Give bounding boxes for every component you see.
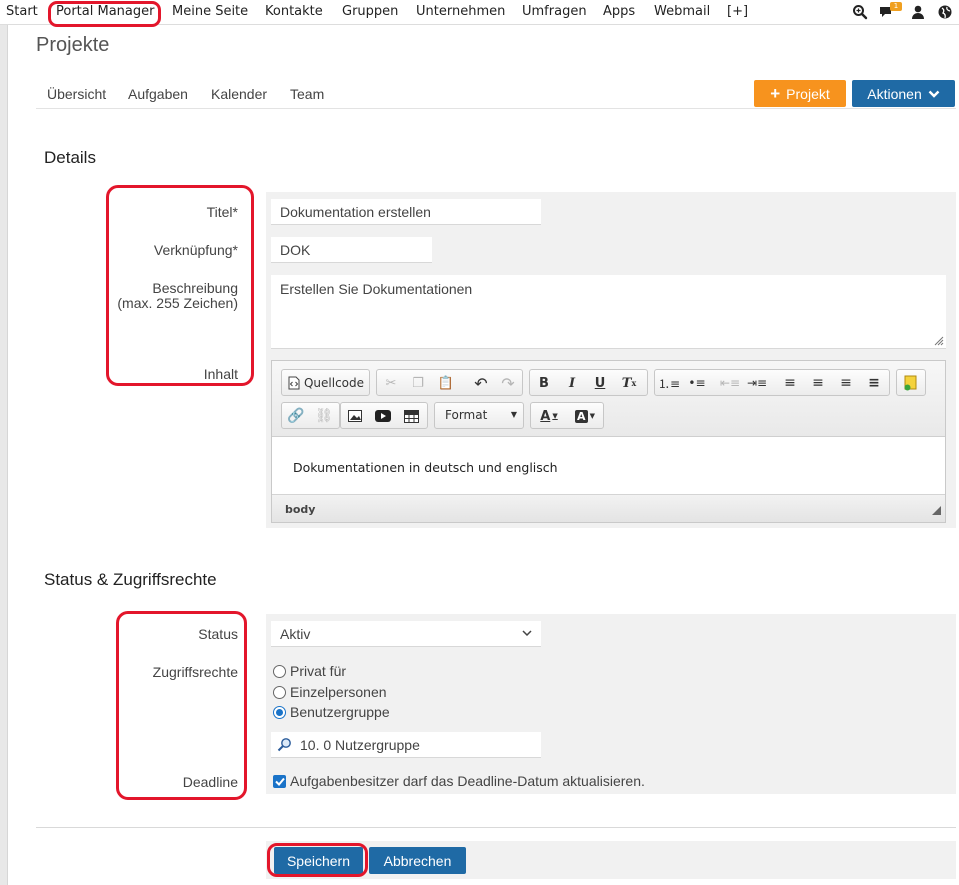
- add-project-button[interactable]: + Projekt: [754, 80, 846, 107]
- label-link: Verknüpfung*: [153, 242, 238, 258]
- link-field[interactable]: DOK: [271, 237, 432, 263]
- label-description-hint: (max. 255 Zeichen): [117, 295, 238, 311]
- status-value: Aktiv: [280, 625, 311, 642]
- radio-user-group[interactable]: [273, 706, 286, 719]
- format-label: Format: [445, 408, 488, 422]
- actions-menu-button[interactable]: Aktionen: [852, 80, 955, 107]
- numbered-list-icon[interactable]: ⒈≡: [658, 373, 680, 393]
- italic-icon[interactable]: I: [561, 373, 583, 393]
- group-search-field[interactable]: 10. 0 Nutzergruppe: [271, 732, 541, 758]
- description-text: Erstellen Sie Dokumentationen: [280, 281, 473, 297]
- chevron-down-icon: [522, 630, 532, 637]
- check-icon: [274, 777, 285, 786]
- paste-icon[interactable]: 📋: [435, 373, 457, 393]
- background-color-icon[interactable]: A ▼: [569, 406, 601, 426]
- option-user-group-label: Benutzergruppe: [290, 704, 390, 720]
- search-zoom-icon[interactable]: [852, 4, 868, 20]
- label-title: Titel*: [206, 204, 238, 220]
- align-left-icon[interactable]: ≡: [779, 373, 801, 393]
- globe-icon[interactable]: [937, 4, 953, 20]
- nav-kontakte[interactable]: Kontakte: [265, 4, 323, 19]
- nav-webmail[interactable]: Webmail: [654, 4, 710, 19]
- option-individuals-label: Einzelpersonen: [290, 684, 387, 700]
- insert-template-icon[interactable]: [900, 373, 922, 393]
- tab-aufgaben[interactable]: Aufgaben: [128, 86, 188, 102]
- label-access: Zugriffsrechte: [152, 664, 238, 680]
- tab-uebersicht[interactable]: Übersicht: [47, 86, 106, 102]
- top-navigation: Start Portal Manager Meine Seite Kontakt…: [0, 0, 959, 25]
- bold-icon[interactable]: B: [533, 373, 555, 393]
- search-icon: [277, 738, 291, 752]
- unlink-icon[interactable]: ⛓: [313, 406, 335, 426]
- table-icon[interactable]: [400, 406, 422, 426]
- bullet-list-icon[interactable]: •≡: [686, 373, 708, 393]
- option-private-label: Privat für: [290, 663, 347, 679]
- element-path[interactable]: body: [285, 503, 315, 516]
- link-icon[interactable]: 🔗: [285, 406, 307, 426]
- nav-umfragen[interactable]: Umfragen: [522, 4, 587, 19]
- deadline-checkbox[interactable]: [273, 775, 286, 788]
- notification-badge: 1: [890, 2, 902, 11]
- nav-portal-manager[interactable]: Portal Manager: [56, 4, 154, 19]
- label-status: Status: [198, 626, 238, 642]
- redo-icon[interactable]: ↷: [497, 373, 519, 393]
- user-icon[interactable]: [910, 4, 926, 20]
- youtube-icon[interactable]: [372, 406, 394, 426]
- radio-private[interactable]: [273, 665, 286, 678]
- format-dropdown[interactable]: Format ▼: [434, 402, 524, 429]
- cancel-button[interactable]: Abbrechen: [369, 847, 466, 874]
- nav-apps[interactable]: Apps: [603, 4, 635, 19]
- tab-team[interactable]: Team: [290, 86, 324, 102]
- tab-kalender[interactable]: Kalender: [211, 86, 267, 102]
- outdent-icon[interactable]: ⇤≡: [719, 373, 741, 393]
- text-color-icon[interactable]: A ▼: [534, 406, 564, 426]
- nav-start[interactable]: Start: [6, 4, 38, 19]
- align-right-icon[interactable]: ≡: [835, 373, 857, 393]
- caret-down-icon: ▼: [510, 410, 517, 419]
- nav-add[interactable]: [+]: [727, 4, 748, 19]
- underline-icon[interactable]: U: [589, 373, 611, 393]
- undo-icon[interactable]: ↶: [470, 373, 492, 393]
- status-heading: Status & Zugriffsrechte: [44, 570, 217, 589]
- align-center-icon[interactable]: ≡: [807, 373, 829, 393]
- group-value: 10. 0 Nutzergruppe: [300, 736, 420, 753]
- indent-icon[interactable]: ⇥≡: [746, 373, 768, 393]
- cut-icon[interactable]: ✂: [380, 373, 402, 393]
- source-code-button[interactable]: Quellcode: [286, 373, 366, 393]
- editor-toolbar: Quellcode ✂ ❐ 📋 ↶ ↷ B I U Tx ⒈≡ •≡ ⇤≡ ⇥≡…: [272, 361, 945, 437]
- description-field[interactable]: Erstellen Sie Dokumentationen: [271, 275, 946, 349]
- nav-meine-seite[interactable]: Meine Seite: [172, 4, 248, 19]
- page-title: Projekte: [36, 34, 110, 56]
- details-heading: Details: [44, 148, 96, 167]
- editor-statusbar: body: [272, 494, 945, 522]
- copy-icon[interactable]: ❐: [407, 373, 429, 393]
- image-icon[interactable]: [344, 406, 366, 426]
- resize-handle-icon[interactable]: [932, 506, 941, 515]
- radio-individuals[interactable]: [273, 686, 286, 699]
- remove-format-icon[interactable]: Tx: [618, 373, 640, 393]
- label-content: Inhalt: [203, 366, 238, 382]
- subnav-divider: [36, 108, 956, 109]
- justify-icon[interactable]: ≡: [863, 373, 885, 393]
- editor-content[interactable]: Dokumentationen in deutsch und englisch: [293, 460, 558, 475]
- content-editor: Quellcode ✂ ❐ 📋 ↶ ↷ B I U Tx ⒈≡ •≡ ⇤≡ ⇥≡…: [271, 360, 946, 523]
- deadline-option-label: Aufgabenbesitzer darf das Deadline-Datum…: [290, 773, 645, 789]
- save-button[interactable]: Speichern: [274, 847, 363, 874]
- label-deadline: Deadline: [182, 774, 238, 790]
- plus-icon: +: [770, 84, 781, 103]
- footer-divider: [36, 827, 956, 828]
- left-rail: [0, 0, 8, 885]
- status-select[interactable]: Aktiv: [271, 621, 541, 647]
- title-field[interactable]: Dokumentation erstellen: [271, 199, 541, 225]
- nav-gruppen[interactable]: Gruppen: [342, 4, 398, 19]
- nav-unternehmen[interactable]: Unternehmen: [416, 4, 505, 19]
- resize-grip-icon[interactable]: [933, 335, 944, 346]
- source-icon: [288, 376, 300, 390]
- chevron-down-icon: [928, 90, 940, 98]
- label-description: Beschreibung: [152, 280, 238, 296]
